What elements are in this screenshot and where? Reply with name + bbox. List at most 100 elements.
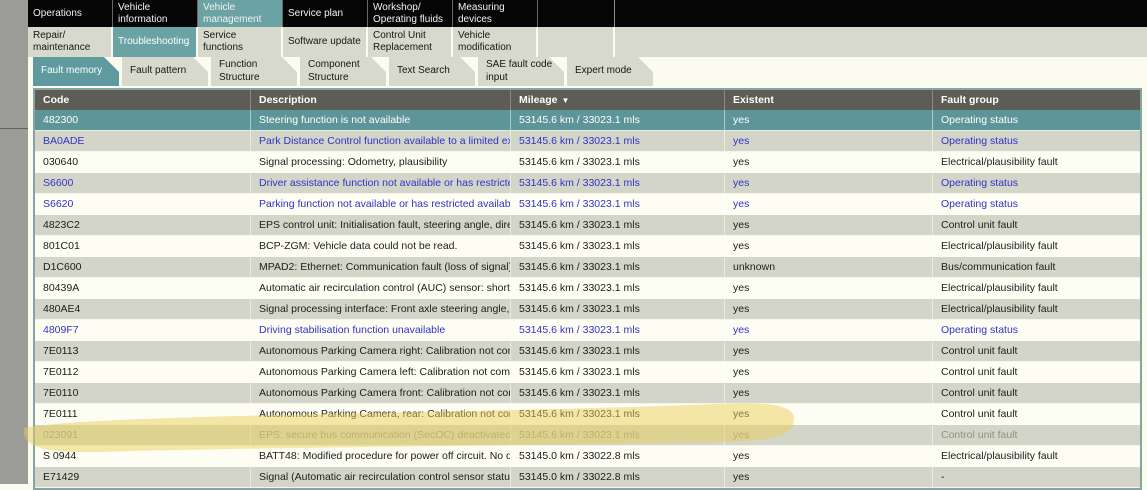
cell-code: 7E0113 (35, 341, 250, 361)
cell-fault-group: Operating status (932, 320, 1140, 340)
cell-mileage: 53145.6 km / 33023.1 mls (510, 152, 724, 172)
left-margin-divider (0, 128, 28, 129)
cell-code: D1C600 (35, 257, 250, 277)
table-row[interactable]: 801C01 BCP-ZGM: Vehicle data could not b… (35, 236, 1140, 257)
cell-description: Signal processing interface: Front axle … (250, 299, 510, 319)
secondary-menu-item[interactable]: Service functions (198, 27, 283, 57)
table-row[interactable]: 7E0113 Autonomous Parking Camera right: … (35, 341, 1140, 362)
primary-menu-item[interactable]: Measuring devices (453, 0, 538, 27)
sort-descending-icon: ▼ (562, 96, 570, 105)
tab[interactable]: Component Structure (300, 57, 386, 86)
cell-description: Driving stabilisation function unavailab… (250, 320, 510, 340)
cell-existent: unknown (724, 257, 932, 277)
secondary-menu-item[interactable]: Vehicle modification (453, 27, 538, 57)
primary-menu-item[interactable]: Vehicle management (198, 0, 283, 27)
cell-code: 7E0110 (35, 383, 250, 403)
cell-description: BATT48: Modified procedure for power off… (250, 446, 510, 466)
cell-fault-group: Control unit fault (932, 341, 1140, 361)
cell-description: Autonomous Parking Camera, rear: Calibra… (250, 404, 510, 424)
table-row[interactable]: 023091 EPS: secure bus communication (Se… (35, 425, 1140, 446)
cell-existent: yes (724, 215, 932, 235)
table-row[interactable]: 7E0110 Autonomous Parking Camera front: … (35, 383, 1140, 404)
column-header-code[interactable]: Code (35, 90, 250, 110)
cell-mileage: 53145.6 km / 33023.1 mls (510, 278, 724, 298)
cell-mileage: 53145.6 km / 33023.1 mls (510, 215, 724, 235)
cell-existent: yes (724, 467, 932, 487)
cell-mileage: 53145.6 km / 33023.1 mls (510, 299, 724, 319)
cell-description: Driver assistance function not available… (250, 173, 510, 193)
table-row[interactable]: 7E0112 Autonomous Parking Camera left: C… (35, 362, 1140, 383)
table-row[interactable]: S6620 Parking function not available or … (35, 194, 1140, 215)
table-row[interactable]: S 0944 BATT48: Modified procedure for po… (35, 446, 1140, 467)
cell-existent: yes (724, 425, 932, 445)
cell-existent: yes (724, 362, 932, 382)
cell-existent: yes (724, 152, 932, 172)
cell-code: 480AE4 (35, 299, 250, 319)
cell-description: EPS control unit: Initialisation fault, … (250, 215, 510, 235)
primary-menu-item[interactable]: Workshop/ Operating fluids (368, 0, 453, 27)
secondary-menu-item[interactable]: Software update (283, 27, 368, 57)
cell-description: Automatic air recirculation control (AUC… (250, 278, 510, 298)
cell-description: BCP-ZGM: Vehicle data could not be read. (250, 236, 510, 256)
column-header-fault-group[interactable]: Fault group (932, 90, 1140, 110)
cell-mileage: 53145.6 km / 33023.1 mls (510, 257, 724, 277)
table-row[interactable]: 4809F7 Driving stabilisation function un… (35, 320, 1140, 341)
table-row[interactable]: 80439A Automatic air recirculation contr… (35, 278, 1140, 299)
tab[interactable]: Fault memory (33, 57, 119, 86)
cell-mileage: 53145.6 km / 33023.1 mls (510, 173, 724, 193)
cell-mileage: 53145.6 km / 33023.1 mls (510, 194, 724, 214)
cell-existent: yes (724, 320, 932, 340)
table-row[interactable]: E71429 Signal (Automatic air recirculati… (35, 467, 1140, 488)
column-header-mileage-label: Mileage (519, 94, 558, 106)
column-header-description[interactable]: Description (250, 90, 510, 110)
tab[interactable]: Expert mode (567, 57, 653, 86)
menu-empty-cell (538, 0, 615, 27)
tab[interactable]: SAE fault code input (478, 57, 564, 86)
cell-fault-group: Operating status (932, 131, 1140, 151)
cell-existent: yes (724, 299, 932, 319)
column-header-mileage[interactable]: Mileage ▼ (510, 90, 724, 110)
table-row[interactable]: 482300 Steering function is not availabl… (35, 110, 1140, 131)
cell-existent: yes (724, 278, 932, 298)
column-header-existent[interactable]: Existent (724, 90, 932, 110)
cell-description: EPS: secure bus communication (SecOC) de… (250, 425, 510, 445)
table-row[interactable]: BA0ADE Park Distance Control function av… (35, 131, 1140, 152)
cell-code: S 0944 (35, 446, 250, 466)
cell-fault-group: Electrical/plausibility fault (932, 446, 1140, 466)
menu-empty-cell (538, 27, 615, 57)
table-row[interactable]: D1C600 MPAD2: Ethernet: Communication fa… (35, 257, 1140, 278)
secondary-menu-item[interactable]: Repair/ maintenance (28, 27, 113, 57)
cell-existent: yes (724, 110, 932, 130)
cell-code: 4823C2 (35, 215, 250, 235)
cell-existent: yes (724, 194, 932, 214)
cell-fault-group: Operating status (932, 173, 1140, 193)
primary-menu-item[interactable]: Operations (28, 0, 113, 27)
cell-existent: yes (724, 341, 932, 361)
table-row[interactable]: 030640 Signal processing: Odometry, plau… (35, 152, 1140, 173)
cell-existent: yes (724, 131, 932, 151)
cell-description: Autonomous Parking Camera front: Calibra… (250, 383, 510, 403)
cell-code: S6620 (35, 194, 250, 214)
table-row[interactable]: 480AE4 Signal processing interface: Fron… (35, 299, 1140, 320)
cell-mileage: 53145.6 km / 33023.1 mls (510, 110, 724, 130)
secondary-menu-item[interactable]: Control Unit Replacement (368, 27, 453, 57)
cell-description: Autonomous Parking Camera right: Calibra… (250, 341, 510, 361)
cell-code: 7E0111 (35, 404, 250, 424)
secondary-menu-item[interactable]: Troubleshooting (113, 27, 198, 57)
primary-menu-item[interactable]: Service plan (283, 0, 368, 27)
cell-code: 4809F7 (35, 320, 250, 340)
cell-mileage: 53145.0 km / 33022.8 mls (510, 446, 724, 466)
tab[interactable]: Function Structure (211, 57, 297, 86)
table-row[interactable]: 7E0111 Autonomous Parking Camera, rear: … (35, 404, 1140, 425)
primary-menu-item[interactable]: Vehicle information (113, 0, 198, 27)
cell-fault-group: Control unit fault (932, 425, 1140, 445)
tab[interactable]: Text Search (389, 57, 475, 86)
table-row[interactable]: S6600 Driver assistance function not ava… (35, 173, 1140, 194)
tab-bar: Fault memory Fault pattern Function Stru… (28, 57, 1147, 86)
primary-menu-bar: Operations Vehicle information Vehicle m… (28, 0, 1147, 27)
tab[interactable]: Fault pattern (122, 57, 208, 86)
cell-fault-group: Bus/communication fault (932, 257, 1140, 277)
cell-mileage: 53145.6 km / 33023.1 mls (510, 341, 724, 361)
table-row[interactable]: 4823C2 EPS control unit: Initialisation … (35, 215, 1140, 236)
cell-existent: yes (724, 446, 932, 466)
